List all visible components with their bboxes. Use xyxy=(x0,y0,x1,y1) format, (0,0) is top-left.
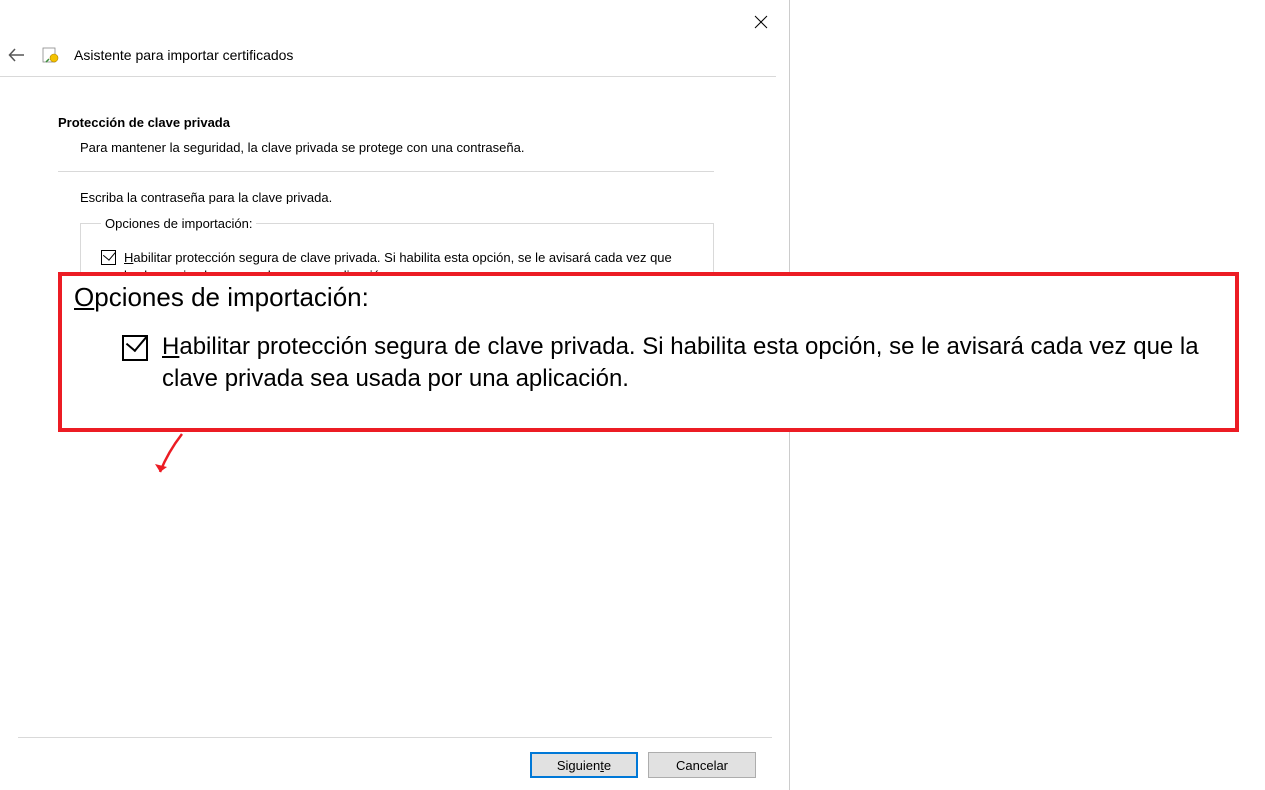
separator xyxy=(58,171,714,172)
titlebar xyxy=(0,0,789,40)
wizard-title: Asistente para importar certificados xyxy=(74,47,293,63)
wizard-button-row: Siguiente Cancelar xyxy=(18,737,772,778)
wizard-header: Asistente para importar certificados xyxy=(0,40,776,77)
annotation-callout-label: Habilitar protección segura de clave pri… xyxy=(162,331,1221,396)
annotation-callout-title: Opciones de importación: xyxy=(74,282,1221,313)
checkbox-icon xyxy=(101,250,116,265)
certificate-wizard-icon xyxy=(42,46,60,64)
section-heading: Protección de clave privada xyxy=(58,115,720,130)
password-prompt-truncated: Escriba la contraseña para la clave priv… xyxy=(58,190,714,204)
annotation-callout: Opciones de importación: Habilitar prote… xyxy=(58,272,1239,432)
checkbox-icon xyxy=(122,335,148,361)
import-options-legend: Opciones de importación: xyxy=(101,216,256,231)
back-button[interactable] xyxy=(6,44,28,66)
cancel-button[interactable]: Cancelar xyxy=(648,752,756,778)
close-button[interactable] xyxy=(741,8,781,36)
annotation-callout-row: Habilitar protección segura de clave pri… xyxy=(74,331,1221,396)
arrow-left-icon xyxy=(7,45,27,65)
close-icon xyxy=(754,15,768,29)
next-button[interactable]: Siguiente xyxy=(530,752,638,778)
section-description: Para mantener la seguridad, la clave pri… xyxy=(58,140,720,155)
